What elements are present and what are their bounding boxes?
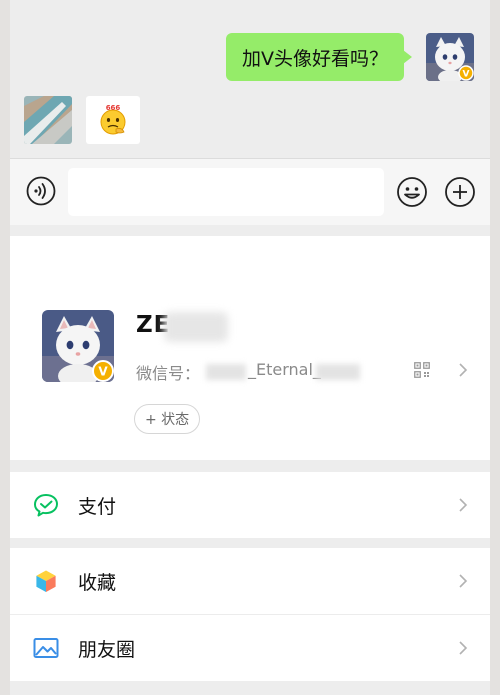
message-text: 加V头像好看吗？ (242, 47, 388, 70)
message-input[interactable] (68, 168, 384, 216)
image-message-thumbnail[interactable] (24, 96, 72, 144)
wechat-id-blur-mask (316, 364, 360, 380)
badge-letter: V (98, 365, 108, 379)
add-status-button[interactable]: + 状态 (134, 404, 201, 434)
chevron-right-icon[interactable] (458, 362, 468, 378)
sticker-text: 666 (106, 104, 121, 112)
menu-item-favorites[interactable]: 收藏 (10, 548, 490, 614)
menu-item-pay[interactable]: 支付 (10, 472, 490, 538)
wechat-id-label: 微信号： (136, 364, 201, 383)
wechat-id-value: _Eternal_ (248, 360, 321, 379)
menu-item-moments[interactable]: 朋友圈 (10, 615, 490, 681)
outgoing-message-bubble[interactable]: 加V头像好看吗？ (226, 33, 412, 81)
wechat-id-blur-mask (206, 364, 246, 380)
profile-card[interactable]: V ZE 微信号： _Eternal_ + 状态 (10, 236, 490, 460)
chevron-right-icon (459, 641, 468, 655)
chevron-right-icon (459, 498, 468, 512)
menu-item-label: 朋友圈 (78, 639, 136, 661)
pay-icon (34, 494, 58, 517)
chat-area: 加V头像好看吗？ V 666 (10, 0, 490, 158)
my-avatar[interactable]: V (426, 33, 474, 81)
chevron-right-icon (459, 574, 468, 588)
emoji-icon[interactable] (396, 176, 428, 208)
thinking-emoji-icon: 666 (100, 104, 126, 135)
voice-input-icon[interactable] (26, 176, 56, 206)
favorites-icon (35, 569, 57, 593)
svg-text:V: V (463, 70, 470, 80)
phone-screen: 加V头像好看吗？ V 666 V ZE 微信号： _Eternal_ + 状态 … (10, 0, 490, 695)
qr-code-icon[interactable] (414, 362, 430, 378)
menu-item-label: 收藏 (78, 572, 117, 594)
moments-icon (33, 638, 59, 658)
sticker-message[interactable]: 666 (86, 96, 140, 144)
nickname-blur-mask (164, 312, 228, 342)
menu-item-label: 支付 (78, 496, 117, 518)
profile-avatar[interactable]: V (42, 310, 114, 382)
more-functions-plus-icon[interactable] (444, 176, 476, 208)
chat-input-bar (10, 158, 490, 225)
add-status-label: + 状态 (145, 412, 190, 428)
